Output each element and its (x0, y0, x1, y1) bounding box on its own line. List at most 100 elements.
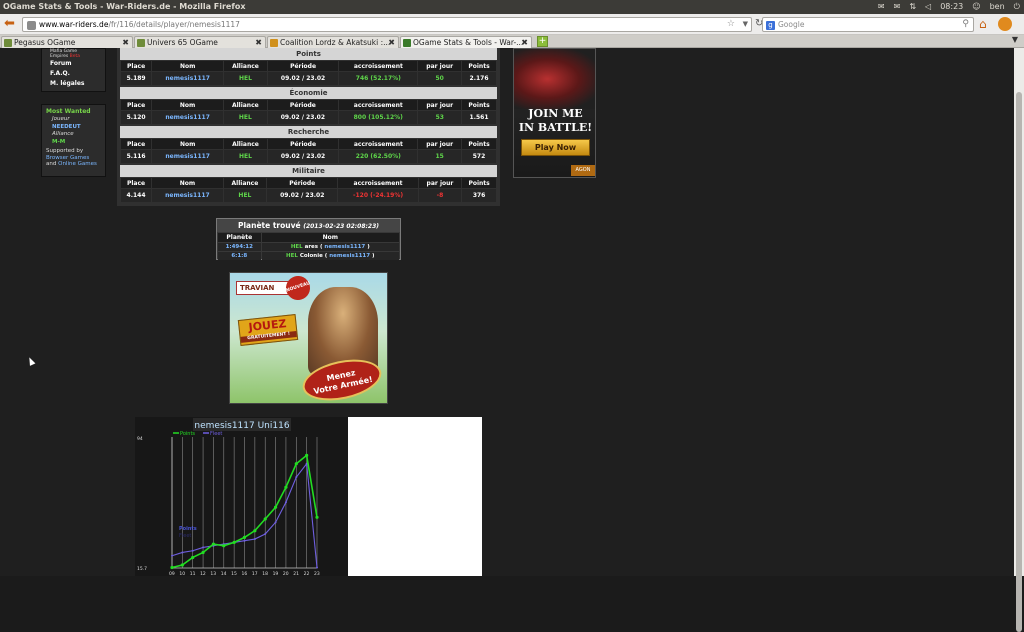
mail-icon[interactable]: ✉ (878, 0, 885, 14)
col-nom: Nom (261, 233, 399, 242)
sidebar-item-faq[interactable]: F.A.Q. (50, 69, 105, 79)
tab-label: Pegasus OGame (14, 38, 76, 47)
battle-line-1: JOIN ME (528, 107, 583, 120)
cell-par-jour: 15 (418, 150, 462, 163)
planet-coord-link[interactable]: 1:494:12 (218, 243, 261, 251)
search-bar[interactable]: g Google ⚲ (762, 17, 974, 32)
chat-icon[interactable]: ✉ (894, 0, 901, 14)
planet-title-text: Planète trouvé (237, 221, 301, 230)
tab-univers65[interactable]: Univers 65 OGame ✖ (134, 36, 266, 48)
chart-point-points (305, 453, 309, 458)
chart-annotation: Points (179, 526, 197, 532)
clock[interactable]: 08:23 (940, 0, 963, 14)
chart-xtick-label: 10 (179, 571, 185, 576)
power-icon[interactable]: ⏻ (1014, 0, 1020, 14)
online-games-link[interactable]: Online Games (58, 161, 97, 167)
player-link[interactable]: nemesis1117 (152, 72, 224, 85)
chart-point-points (191, 555, 195, 560)
close-icon[interactable]: ✖ (255, 37, 262, 48)
alliance-link[interactable]: HEL (224, 111, 267, 124)
google-icon[interactable]: g (766, 20, 775, 30)
tab-favicon-icon (137, 39, 145, 47)
play-now-button[interactable]: Play Now (521, 139, 590, 156)
chart-annotation: Fleet (179, 533, 191, 539)
cell-accroissement: 220 (62.50%) (339, 150, 418, 163)
tab-list-icon[interactable]: ▼ (1012, 35, 1018, 44)
chart-point-points (273, 505, 278, 509)
chart-point-fleet (274, 521, 277, 524)
alliance-link[interactable]: HEL (224, 72, 267, 85)
search-icon[interactable]: ⚲ (962, 18, 969, 31)
url-host: www.war-riders.de (39, 20, 109, 29)
vertical-scrollbar[interactable] (1014, 48, 1024, 632)
col-periode: Période (267, 100, 339, 110)
close-icon[interactable]: ✖ (388, 37, 395, 48)
alliance-link[interactable]: HEL (223, 189, 267, 202)
close-icon[interactable]: ✖ (521, 37, 528, 48)
paren-open: ( (324, 253, 328, 259)
scrollbar-thumb[interactable] (1016, 92, 1022, 632)
stats-chart: nemesis1117 Uni116 94 15.7 09 10 11 12 13 14 15 16… (135, 417, 348, 576)
home-icon[interactable]: ⌂ (979, 17, 987, 31)
addon-icon[interactable] (998, 17, 1012, 31)
back-arrow-icon[interactable]: ⬅ (4, 17, 18, 31)
site-favicon-icon (27, 20, 36, 30)
player-link[interactable]: nemesis1117 (152, 150, 224, 163)
planet-coord-link[interactable]: 6:1:8 (218, 252, 261, 260)
chart-point-points (180, 563, 184, 567)
chart-point-fleet (284, 501, 287, 504)
url-dropdown-icon[interactable]: ▼ (743, 18, 748, 31)
battle-ad[interactable]: JOIN ME IN BATTLE! Play Now AGON (513, 48, 596, 178)
col-planete: Planète (218, 233, 261, 242)
chart-point-fleet (191, 549, 194, 552)
cell-accroissement: -120 (-24.19%) (338, 189, 418, 202)
sidebar-item-forum[interactable]: Forum (50, 59, 105, 69)
browser-games-link[interactable]: Browser Games (46, 155, 89, 161)
new-tab-icon[interactable]: + (537, 36, 548, 47)
planet-name: Colonie (299, 253, 323, 259)
search-placeholder: Google (778, 20, 805, 29)
most-wanted-title: Most Wanted (46, 108, 91, 115)
col-periode: Période (267, 139, 339, 149)
user-name[interactable]: ben (990, 0, 1005, 14)
chart-xtick-label: 23 (314, 571, 320, 576)
travian-ad[interactable]: TRAVIAN NOUVEAU JOUEZ GRATUITEMENT ! Mene… (229, 272, 388, 404)
most-wanted-panel: Most Wanted Joueur NEEDEUT Alliance M-M … (41, 104, 106, 177)
sidebar-item-legal[interactable]: M. légales (50, 79, 105, 89)
table-row: 5.120 nemesis1117 HEL 09.02 / 23.02 800 … (121, 111, 496, 124)
tab-ogame-stats[interactable]: OGame Stats & Tools - War-... ✖ (400, 36, 532, 48)
player-link[interactable]: nemesis1117 (324, 244, 365, 250)
chart-point-points (294, 462, 298, 466)
tab-pegasus[interactable]: Pegasus OGame ✖ (1, 36, 133, 48)
bookmark-star-icon[interactable]: ☆ (727, 18, 735, 31)
player-link[interactable]: nemesis1117 (152, 111, 224, 124)
alliance-link[interactable]: HEL (224, 150, 267, 163)
volume-icon[interactable]: ◁ (925, 0, 931, 14)
cell-points: 376 (462, 189, 496, 202)
col-alliance: Alliance (224, 61, 267, 71)
player-link[interactable]: nemesis1117 (329, 253, 370, 259)
chart-point-fleet (202, 546, 205, 549)
jouez-button[interactable]: JOUEZ GRATUITEMENT ! (237, 314, 299, 346)
cell-par-jour: -8 (418, 189, 462, 202)
chart-point-fleet (243, 539, 246, 542)
cell-place: 5.120 (121, 111, 152, 124)
alliance-link[interactable]: HEL (286, 253, 298, 259)
close-icon[interactable]: ✖ (122, 37, 129, 48)
cell-periode: 09.02 / 23.02 (267, 111, 339, 124)
most-wanted-player-link[interactable]: NEEDEUT (46, 124, 102, 132)
planet-name: ares (304, 244, 319, 250)
paren-open: ( (319, 244, 323, 250)
col-accroissement: accroissement (339, 139, 418, 149)
most-wanted-alliance-link[interactable]: M-M (46, 139, 102, 147)
url-bar[interactable]: www.war-riders.de/fr/116/details/player/… (22, 17, 752, 32)
chart-point-points (253, 529, 257, 533)
cell-par-jour: 53 (418, 111, 462, 124)
player-link[interactable]: nemesis1117 (152, 189, 223, 202)
chart-point-fleet (171, 554, 173, 557)
cell-place: 5.116 (121, 150, 152, 163)
tab-coalition[interactable]: Coalition Lordz & Akatsuki :... ✖ (267, 36, 399, 48)
cell-periode: 09.02 / 23.02 (267, 150, 339, 163)
network-icon[interactable]: ⇅ (909, 0, 916, 14)
alliance-link[interactable]: HEL (291, 244, 303, 250)
